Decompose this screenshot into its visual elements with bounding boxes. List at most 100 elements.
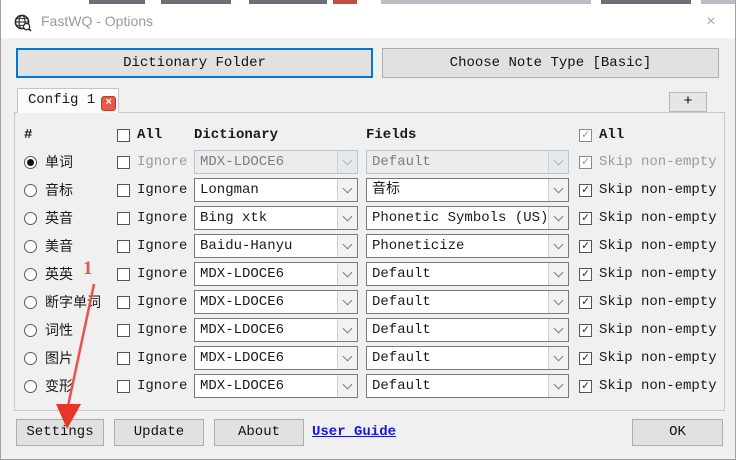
column-header-num: # (24, 127, 33, 143)
field-value: Phoneticize (372, 238, 465, 254)
dictionary-select[interactable]: MDX-LDOCE6 (194, 150, 358, 174)
ignore-label: Ignore (137, 378, 188, 394)
column-header-fields: Fields (366, 127, 417, 143)
ignore-label: Ignore (137, 294, 188, 310)
ignore-checkbox[interactable] (117, 379, 130, 393)
row-radio[interactable] (24, 183, 37, 197)
dictionary-select[interactable]: Baidu-Hanyu (194, 234, 358, 258)
all-ignore-checkbox[interactable] (117, 128, 130, 142)
settings-button[interactable]: Settings (16, 419, 104, 446)
chevron-down-icon (548, 235, 568, 257)
dictionary-select[interactable]: MDX-LDOCE6 (194, 374, 358, 398)
skip-non-empty-label: Skip non-empty (599, 210, 717, 226)
chevron-down-icon (337, 319, 357, 341)
fields-select[interactable]: Default (366, 150, 569, 174)
row-radio[interactable] (24, 239, 37, 253)
chevron-down-icon (337, 375, 357, 397)
ignore-checkbox[interactable] (117, 183, 130, 197)
dictionary-folder-button[interactable]: Dictionary Folder (16, 48, 373, 78)
skip-non-empty-checkbox[interactable]: ✓ (579, 379, 592, 393)
skip-non-empty-label: Skip non-empty (599, 322, 717, 338)
field-value: Default (372, 294, 431, 310)
ignore-checkbox[interactable] (117, 351, 130, 365)
ignore-label: Ignore (137, 210, 188, 226)
skip-non-empty-checkbox[interactable]: ✓ (579, 155, 592, 169)
dictionary-select[interactable]: MDX-LDOCE6 (194, 318, 358, 342)
skip-non-empty-checkbox[interactable]: ✓ (579, 267, 592, 281)
fields-select[interactable]: Default (366, 318, 569, 342)
row-label: 美音 (45, 240, 73, 256)
tab-close-icon[interactable]: × (101, 96, 117, 111)
row-radio[interactable] (24, 211, 37, 225)
row-radio[interactable] (24, 155, 37, 169)
ignore-checkbox[interactable] (117, 295, 130, 309)
row-label: 单词 (45, 156, 73, 172)
add-tab-button[interactable]: + (669, 92, 707, 112)
table-row: 美音 Ignore Baidu-Hanyu Phoneticize ✓ Skip… (15, 232, 724, 260)
row-label: 英英 (45, 268, 73, 284)
skip-non-empty-checkbox[interactable]: ✓ (579, 351, 592, 365)
dictionary-value: MDX-LDOCE6 (200, 378, 285, 394)
dictionary-select[interactable]: Longman (194, 178, 358, 202)
fields-select[interactable]: Phoneticize (366, 234, 569, 258)
row-radio[interactable] (24, 379, 37, 393)
dictionary-select[interactable]: MDX-LDOCE6 (194, 290, 358, 314)
dictionary-select[interactable]: Bing xtk (194, 206, 358, 230)
table-row: 英英 Ignore MDX-LDOCE6 Default ✓ Skip non-… (15, 260, 724, 288)
dictionary-value: Longman (200, 182, 259, 198)
fastwq-globe-icon (14, 14, 32, 32)
table-header-row: # All Dictionary Fields ✓ All (15, 122, 724, 148)
ignore-label: Ignore (137, 238, 188, 254)
dictionary-value: Baidu-Hanyu (200, 238, 293, 254)
row-label: 词性 (45, 324, 73, 340)
table-row: 变形 Ignore MDX-LDOCE6 Default ✓ Skip non-… (15, 372, 724, 400)
skip-non-empty-checkbox[interactable]: ✓ (579, 211, 592, 225)
ignore-checkbox[interactable] (117, 239, 130, 253)
dictionary-select[interactable]: MDX-LDOCE6 (194, 262, 358, 286)
ok-button[interactable]: OK (632, 419, 723, 446)
all-skip-checkbox[interactable]: ✓ (579, 128, 592, 142)
ignore-checkbox[interactable] (117, 323, 130, 337)
ignore-checkbox[interactable] (117, 211, 130, 225)
about-button[interactable]: About (214, 419, 304, 446)
row-radio[interactable] (24, 323, 37, 337)
field-value: Default (372, 154, 431, 170)
skip-non-empty-checkbox[interactable]: ✓ (579, 239, 592, 253)
fields-select[interactable]: Default (366, 374, 569, 398)
skip-non-empty-checkbox[interactable]: ✓ (579, 183, 592, 197)
fields-select[interactable]: Default (366, 290, 569, 314)
row-radio[interactable] (24, 267, 37, 281)
ignore-label: Ignore (137, 154, 188, 170)
table-row: 词性 Ignore MDX-LDOCE6 Default ✓ Skip non-… (15, 316, 724, 344)
field-value: Default (372, 266, 431, 282)
close-icon[interactable]: × (699, 11, 723, 33)
skip-non-empty-label: Skip non-empty (599, 378, 717, 394)
row-radio[interactable] (24, 295, 37, 309)
field-value: Default (372, 378, 431, 394)
chevron-down-icon (337, 207, 357, 229)
chevron-down-icon (548, 319, 568, 341)
fields-select[interactable]: Default (366, 262, 569, 286)
user-guide-link[interactable]: User Guide (312, 424, 396, 440)
fields-select[interactable]: 音标 (366, 178, 569, 202)
tab-config-1[interactable]: Config 1 × (17, 88, 119, 113)
ignore-checkbox[interactable] (117, 155, 130, 169)
ignore-checkbox[interactable] (117, 267, 130, 281)
chevron-down-icon (548, 263, 568, 285)
skip-non-empty-label: Skip non-empty (599, 154, 717, 170)
skip-non-empty-checkbox[interactable]: ✓ (579, 323, 592, 337)
choose-note-type-button[interactable]: Choose Note Type [Basic] (382, 48, 719, 78)
field-value: Default (372, 350, 431, 366)
table-row: 音标 Ignore Longman 音标 ✓ Skip non-empty (15, 176, 724, 204)
skip-non-empty-checkbox[interactable]: ✓ (579, 295, 592, 309)
update-button[interactable]: Update (114, 419, 204, 446)
fields-select[interactable]: Default (366, 346, 569, 370)
chevron-down-icon (548, 179, 568, 201)
dictionary-select[interactable]: MDX-LDOCE6 (194, 346, 358, 370)
row-radio[interactable] (24, 351, 37, 365)
fields-select[interactable]: Phonetic Symbols (US) (366, 206, 569, 230)
chevron-down-icon (548, 207, 568, 229)
dialog-content: Dictionary Folder Choose Note Type [Basi… (1, 38, 735, 459)
chevron-down-icon (337, 347, 357, 369)
chevron-down-icon (337, 291, 357, 313)
